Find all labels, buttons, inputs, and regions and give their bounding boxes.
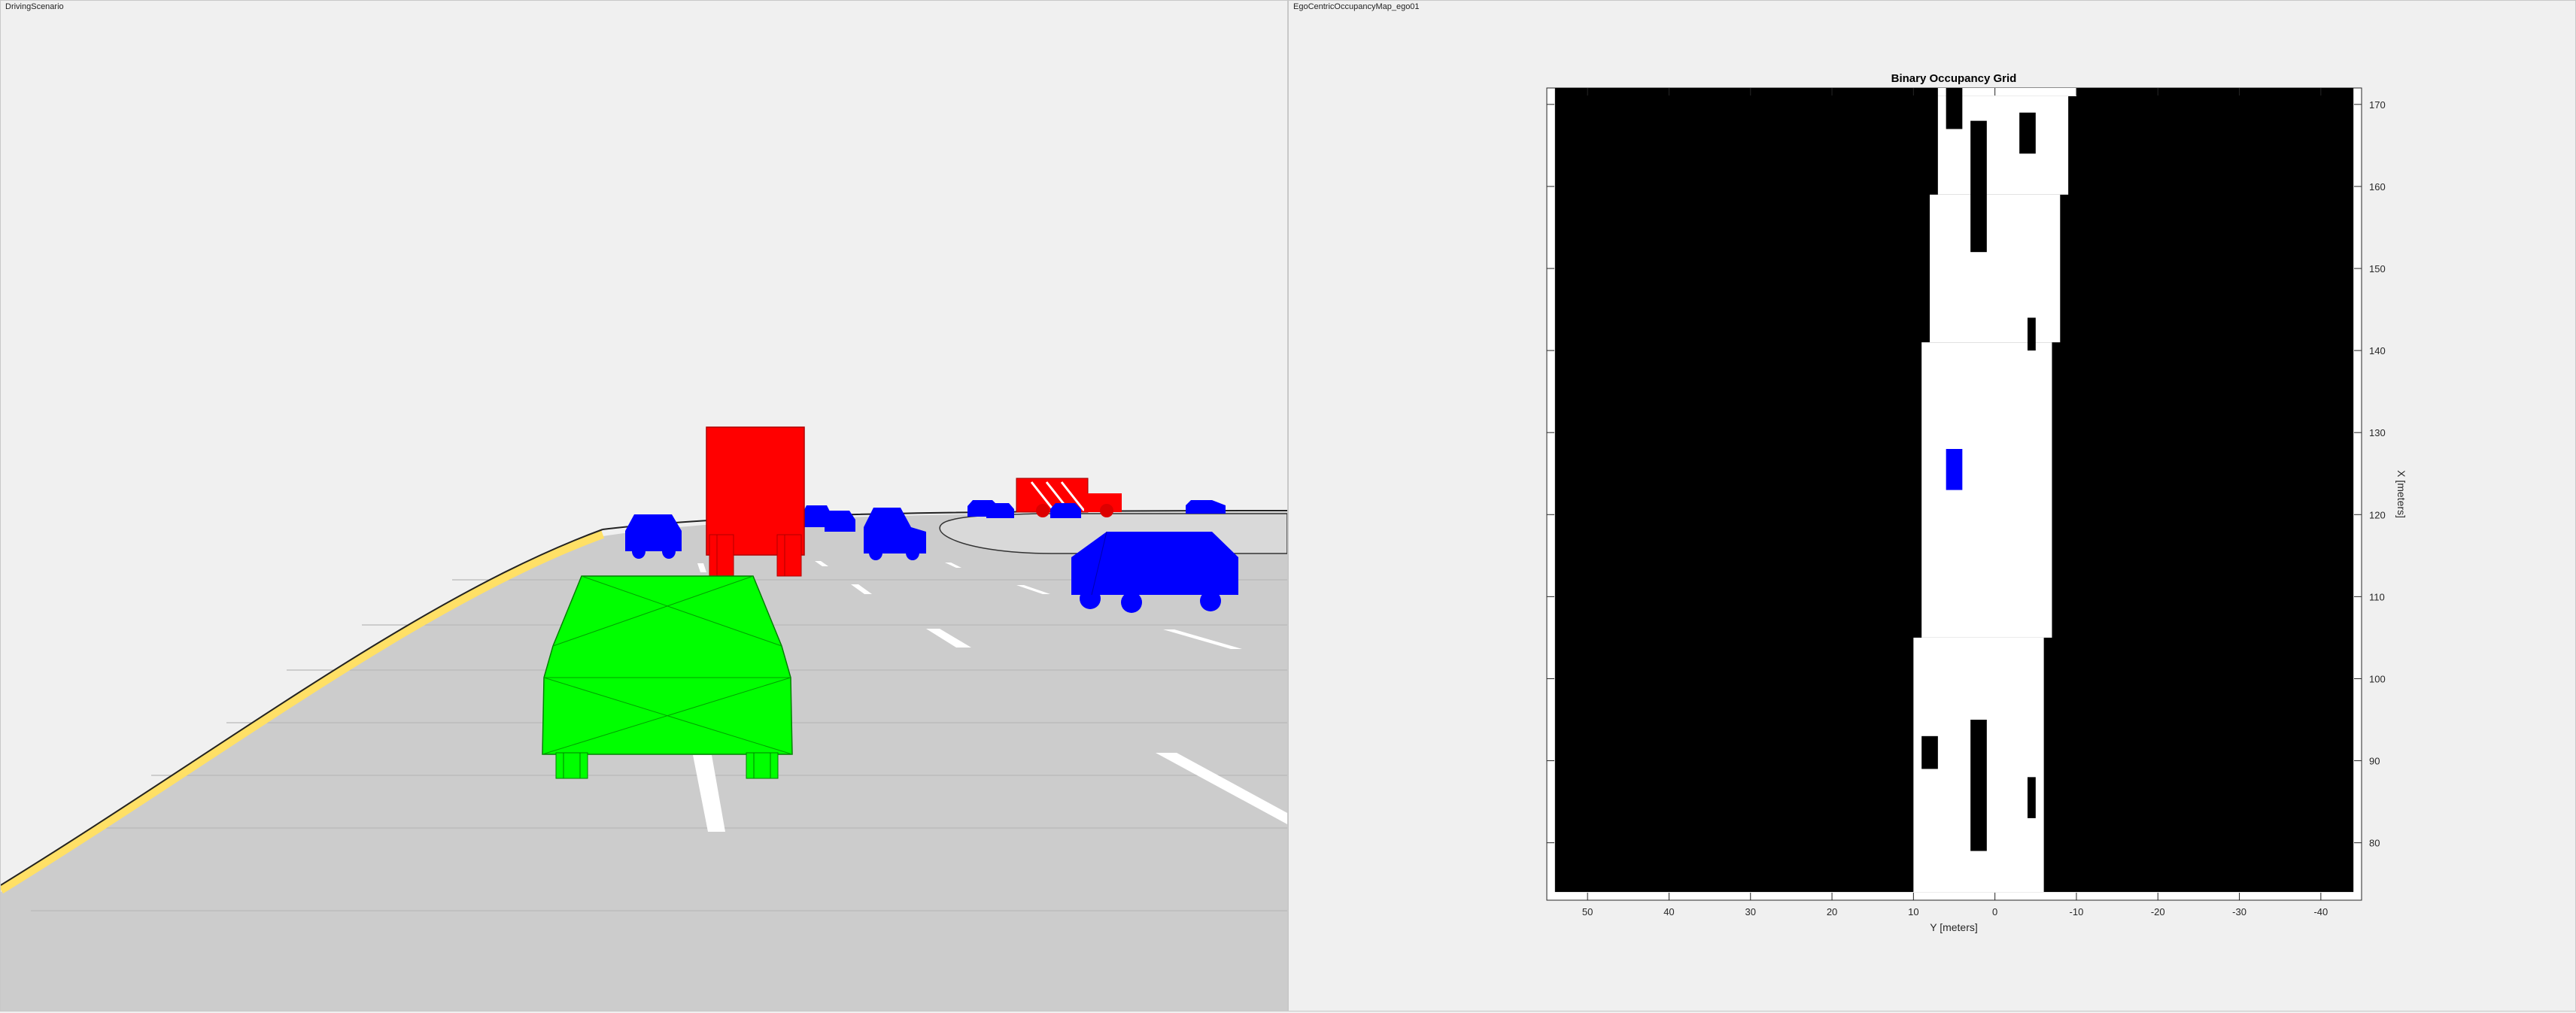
x-tick-label: 10 bbox=[1908, 906, 1918, 917]
y-tick-label: 130 bbox=[2369, 427, 2386, 438]
occupied-cell bbox=[1970, 720, 1987, 851]
occupied-cell bbox=[1970, 120, 1987, 253]
y-tick-label: 150 bbox=[2369, 263, 2386, 274]
scene-canvas[interactable] bbox=[1, 1, 1287, 1011]
x-tick-label: 0 bbox=[1992, 906, 1997, 917]
y-tick-label: 140 bbox=[2369, 345, 2386, 356]
free-corridor bbox=[1921, 342, 2052, 638]
x-tick-label: -30 bbox=[2232, 906, 2246, 917]
x-tick-label: -40 bbox=[2313, 906, 2328, 917]
x-tick-label: -20 bbox=[2151, 906, 2165, 917]
occupied-cell bbox=[1921, 735, 1938, 769]
occupied-cell bbox=[2027, 777, 2036, 818]
x-tick-label: 50 bbox=[1582, 906, 1593, 917]
driving-scenario-panel[interactable]: DrivingScenario bbox=[0, 0, 1288, 1011]
occupancy-cells bbox=[1554, 88, 2354, 893]
ego-marker bbox=[1946, 449, 1963, 490]
x-tick-label: 40 bbox=[1663, 906, 1674, 917]
y-tick-label: 100 bbox=[2369, 673, 2386, 684]
y-tick-label: 80 bbox=[2369, 838, 2380, 849]
y-tick-label: 170 bbox=[2369, 99, 2386, 111]
ego-vehicle bbox=[542, 575, 793, 779]
occupancy-chart[interactable]: Binary Occupancy Grid 50 40 30 20 10 0 -10 -20-… bbox=[1289, 1, 2575, 1011]
free-corridor bbox=[1930, 194, 2061, 343]
occupied-cell bbox=[1946, 88, 1963, 129]
y-axis-label: X [meters] bbox=[2395, 470, 2407, 518]
x-tick-label: 30 bbox=[1745, 906, 1756, 917]
y-tick-label: 90 bbox=[2369, 756, 2380, 767]
y-tick-label: 120 bbox=[2369, 509, 2386, 520]
occupied-cell bbox=[2019, 112, 2036, 154]
occupancy-map-panel[interactable]: EgoCentricOccupancyMap_ego01 Binary Occu… bbox=[1288, 0, 2576, 1011]
x-tick-label: -10 bbox=[2070, 906, 2084, 917]
red-truck bbox=[706, 426, 805, 577]
x-tick-label: 20 bbox=[1827, 906, 1837, 917]
y-tick-label: 160 bbox=[2369, 181, 2386, 193]
y-tick-label: 110 bbox=[2369, 591, 2385, 602]
x-axis-label: Y [meters] bbox=[1930, 921, 1978, 933]
occupied-cell bbox=[2027, 317, 2036, 351]
chart-title: Binary Occupancy Grid bbox=[1891, 72, 2017, 85]
